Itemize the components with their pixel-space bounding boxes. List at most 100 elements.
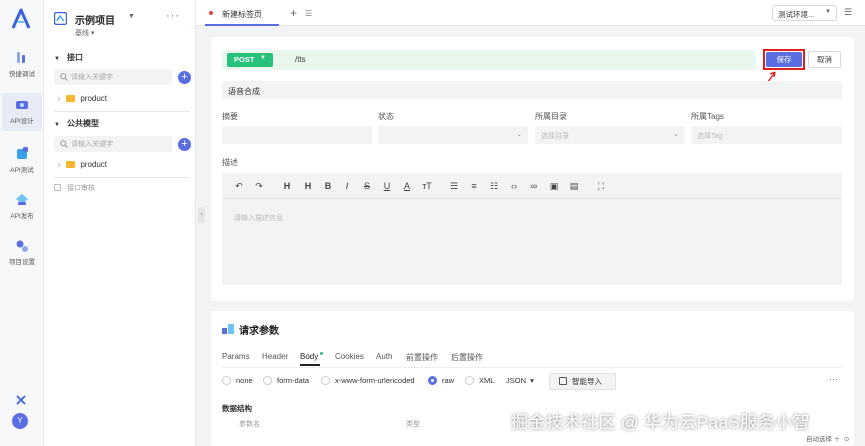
caret-down-icon: ▼	[128, 13, 135, 20]
bold-icon[interactable]: B	[321, 179, 335, 193]
font-color-icon[interactable]: A	[400, 179, 414, 193]
heading1-icon[interactable]: H	[280, 179, 294, 193]
tab-bar: 新建标签页 + ☰ 测试环境... ▼ ☰	[196, 0, 865, 26]
collapse-panel-handle[interactable]: ‹	[198, 207, 205, 223]
heading2-icon[interactable]: H	[301, 179, 315, 193]
avatar[interactable]: Y	[12, 413, 28, 429]
radio-raw[interactable]: raw	[428, 376, 454, 388]
icon-rail: 快捷调试 API设计 API测试 API发布 项目设置 Y	[0, 0, 44, 446]
auto-select[interactable]: 自动选择 ＋ ⊙	[806, 433, 849, 443]
branch-selector[interactable]: 基线 ▾	[75, 28, 94, 38]
api-name-field[interactable]: 语音合成	[222, 81, 842, 99]
ordered-list-icon[interactable]: ≡	[467, 179, 481, 193]
rail-label: 快捷调试	[9, 71, 35, 78]
request-editor-card: POST ▼ /tts 保存 取消 语音合成 摘要 状态 所属目录 所属Tags…	[211, 37, 854, 301]
rail-item-api-publish[interactable]: API发布	[2, 188, 42, 226]
rail-item-project-settings[interactable]: 项目设置	[2, 234, 42, 272]
summary-label: 摘要	[222, 112, 238, 121]
radio-icon	[465, 376, 474, 385]
dir-select[interactable]: 选择目录 ⌄	[535, 126, 685, 144]
link-icon[interactable]: ∞	[527, 179, 541, 193]
search-icon	[60, 140, 68, 148]
interface-review[interactable]: 接口审核	[54, 183, 95, 193]
underline-icon[interactable]: U	[380, 179, 394, 193]
editor-placeholder: 请输入描述信息	[234, 215, 283, 222]
add-model-button[interactable]: +	[178, 138, 191, 151]
editor-toolbar: ↶ ↷ H H B I S U A ᴛT ☰ ≡ ☷ ‹› ∞ ▣ ▤ ⛶	[222, 173, 842, 199]
tab-pre-ops[interactable]: 前置操作	[406, 352, 438, 363]
desc-label: 描述	[222, 158, 238, 167]
folder-product-model[interactable]: › product	[58, 160, 107, 172]
app-logo-icon[interactable]	[10, 8, 32, 30]
radio-xml[interactable]: XML	[465, 376, 494, 388]
folder-product[interactable]: › product	[58, 94, 107, 106]
task-list-icon[interactable]: ☷	[487, 179, 501, 193]
tab-list-icon[interactable]: ☰	[305, 9, 312, 18]
folder-icon	[66, 161, 76, 168]
radio-form-data[interactable]: form-data	[263, 376, 309, 388]
tab-header[interactable]: Header	[262, 352, 288, 361]
add-interface-button[interactable]: +	[178, 71, 191, 84]
rail-item-quick-debug[interactable]: 快捷调试	[2, 46, 42, 84]
tags-select[interactable]: 选择Tag	[691, 126, 842, 144]
radio-urlencoded[interactable]: x-www-form-urlencoded	[321, 376, 415, 388]
save-button[interactable]: 保存	[766, 52, 802, 67]
caret-down-icon: ▼	[54, 56, 60, 62]
search-icon	[60, 73, 68, 81]
radio-selected-icon	[428, 376, 437, 385]
project-name: 示例项目	[75, 16, 115, 27]
image-icon[interactable]: ▣	[547, 179, 561, 193]
method-select[interactable]: POST ▼	[227, 53, 273, 67]
italic-icon[interactable]: I	[340, 179, 354, 193]
code-icon[interactable]: ‹›	[507, 179, 521, 193]
chevron-down-icon: ⌄	[673, 131, 679, 138]
watermark: 掘金技术社区 @ 华为云PaaS服务小智	[511, 413, 811, 432]
dir-label: 所属目录	[535, 112, 567, 121]
add-tab-icon[interactable]: +	[290, 6, 297, 20]
summary-field[interactable]	[222, 126, 372, 144]
rail-label: API发布	[10, 213, 34, 220]
strikethrough-icon[interactable]: S	[360, 179, 374, 193]
chevron-down-icon: ⌄	[516, 131, 522, 138]
tab-auth[interactable]: Auth	[376, 352, 392, 361]
rail-item-api-design[interactable]: API设计	[2, 93, 42, 131]
tab-new[interactable]: 新建标签页	[205, 0, 279, 26]
format-select[interactable]: JSON ▾	[506, 376, 534, 385]
radio-none[interactable]: none	[222, 376, 253, 388]
tab-body[interactable]: Body	[300, 352, 324, 361]
redo-icon[interactable]: ↷	[252, 179, 266, 193]
environment-select[interactable]: 测试环境... ▼	[772, 5, 837, 21]
quick-debug-icon	[17, 52, 25, 63]
cancel-button[interactable]: 取消	[808, 51, 841, 68]
status-select[interactable]: ⌄	[378, 126, 528, 144]
bullet-list-icon[interactable]: ☰	[447, 179, 461, 193]
menu-icon[interactable]: ☰	[844, 7, 852, 18]
undo-icon[interactable]: ↶	[232, 179, 246, 193]
tools-icon[interactable]	[14, 393, 28, 407]
column-header: 类型	[406, 421, 420, 428]
section-public-models[interactable]: ▼ 公共模型	[54, 118, 99, 129]
divider	[54, 177, 190, 178]
active-tab-indicator	[300, 364, 320, 366]
params-icon	[222, 324, 234, 334]
fullscreen-icon[interactable]: ⛶	[594, 179, 608, 193]
font-size-icon[interactable]: ᴛT	[420, 179, 434, 193]
more-icon[interactable]: ···	[166, 10, 180, 22]
project-icon	[54, 12, 67, 25]
description-editor[interactable]: ↶ ↷ H H B I S U A ᴛT ☰ ≡ ☷ ‹› ∞ ▣ ▤ ⛶ 请输…	[222, 173, 842, 285]
radio-icon	[321, 376, 330, 385]
search-input[interactable]	[71, 71, 167, 83]
caret-down-icon: ▼	[825, 9, 831, 15]
search-input[interactable]	[71, 138, 167, 150]
rail-item-api-test[interactable]: API测试	[2, 142, 42, 180]
tab-cookies[interactable]: Cookies	[335, 352, 364, 361]
column-header: 参数名	[239, 421, 260, 428]
section-interface[interactable]: ▼ 接口	[54, 52, 83, 63]
smart-import-button[interactable]: 智能导入	[549, 373, 616, 390]
more-icon[interactable]: ···	[829, 374, 838, 384]
tab-params[interactable]: Params	[222, 352, 250, 361]
table-icon[interactable]: ▤	[567, 179, 581, 193]
radio-icon	[263, 376, 272, 385]
url-path[interactable]: /tts	[295, 55, 306, 64]
tab-post-ops[interactable]: 后置操作	[451, 352, 483, 363]
